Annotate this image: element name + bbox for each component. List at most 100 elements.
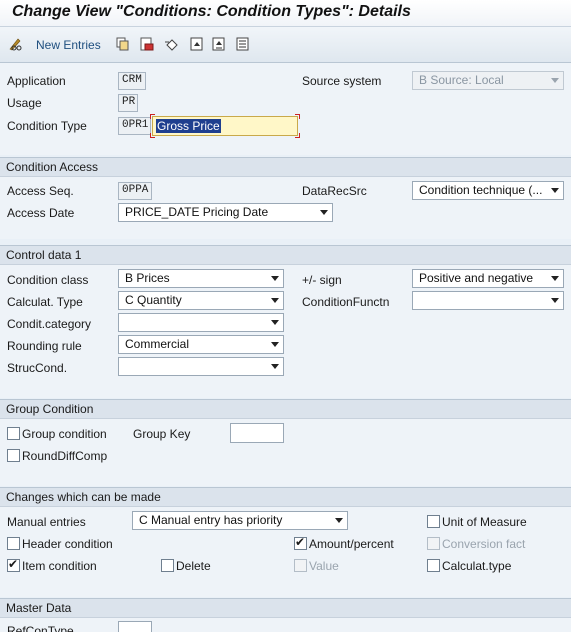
sign-dropdown[interactable]: Positive and negative [412,269,564,288]
application-field: CRM [118,72,146,90]
chevron-down-icon [271,342,279,347]
delete-label: Delete [176,559,211,573]
chevron-down-icon [271,298,279,303]
unit-of-measure-label: Unit of Measure [442,515,527,529]
condfunctn-label: ConditionFunctn [302,295,390,309]
chevron-down-icon [551,276,559,281]
manual-entries-label: Manual entries [7,515,86,529]
header-area: Application CRM Usage PR Condition Type … [0,63,571,155]
changes-header: Changes which can be made [0,487,571,507]
access-seq-label: Access Seq. [7,184,74,198]
chevron-down-icon [551,298,559,303]
condition-class-label: Condition class [7,273,89,287]
access-date-label: Access Date [7,206,75,220]
source-system-dropdown: B Source: Local [412,71,564,90]
amount-percent-label: Amount/percent [309,537,394,551]
group-condition-label: Group condition [22,427,107,441]
focus-corner-bottom-right [295,133,300,138]
undo-icon[interactable] [164,37,178,51]
delete-checkbox[interactable] [161,559,174,572]
title-bar: Change View "Conditions: Condition Types… [0,0,571,27]
header-condition-label: Header condition [22,537,113,551]
window-title: Change View "Conditions: Condition Types… [12,3,411,20]
value-checkbox [294,559,307,572]
chevron-down-icon [271,276,279,281]
access-date-value: PRICE_DATE Pricing Date [125,205,269,219]
condition-type-text: Gross Price [156,119,221,133]
master-data-header: Master Data [0,598,571,618]
delete-icon[interactable] [140,37,154,51]
condition-type-text-field[interactable]: Gross Price [152,116,298,136]
chevron-down-icon [271,320,279,325]
struccond-label: StrucCond. [7,361,68,375]
access-date-dropdown[interactable]: PRICE_DATE Pricing Date [118,203,333,222]
rounding-rule-dropdown[interactable]: Commercial [118,335,284,354]
condition-type-label: Condition Type [7,119,87,133]
item-condition-label: Item condition [22,559,97,573]
first-entry-icon[interactable] [190,37,204,51]
condition-class-value: B Prices [125,271,170,285]
refcontype-input[interactable] [118,621,152,632]
header-condition-checkbox[interactable] [7,537,20,550]
condit-category-dropdown[interactable] [118,313,284,332]
conversion-fact-label: Conversion fact [442,537,526,551]
source-system-value: B Source: Local [419,73,504,87]
value-label: Value [309,559,339,573]
calc-type-value: C Quantity [125,293,182,307]
condit-category-label: Condit.category [7,317,92,331]
previous-entry-icon[interactable] [212,37,226,51]
sign-label: +/- sign [302,273,342,287]
control-data-header: Control data 1 [0,245,571,265]
refcontype-label: RefConType [7,624,74,632]
rounding-rule-value: Commercial [125,337,190,351]
chevron-down-icon [335,518,343,523]
new-entries-button[interactable]: New Entries [36,38,101,52]
focus-corner-bottom-left [150,133,155,138]
condition-type-field: 0PR1 [118,117,151,135]
access-seq-field[interactable]: 0PPA [118,182,152,200]
focus-corner-top-left [150,114,155,119]
chevron-down-icon [551,188,559,193]
rounddiffcomp-checkbox[interactable] [7,449,20,462]
sign-value: Positive and negative [419,271,534,285]
copy-icon[interactable] [116,37,130,51]
rounddiffcomp-label: RoundDiffComp [22,449,108,463]
changes-body: Manual entries C Manual entry has priori… [0,507,571,597]
datarecsrc-label: DataRecSrc [302,184,367,198]
application-label: Application [7,74,66,88]
pencil-glasses-icon[interactable] [8,37,22,51]
condition-access-header: Condition Access [0,157,571,177]
condfunctn-dropdown[interactable] [412,291,564,310]
manual-entries-dropdown[interactable]: C Manual entry has priority [132,511,348,530]
chevron-down-icon [320,210,328,215]
source-system-label: Source system [302,74,382,88]
datarecsrc-value: Condition technique (... [419,183,543,197]
datarecsrc-dropdown[interactable]: Condition technique (... [412,181,564,200]
control-data-body: Condition class B Prices Calculat. Type … [0,265,571,398]
group-key-input[interactable] [230,423,284,443]
master-data-body: RefConType [0,618,571,632]
condition-class-dropdown[interactable]: B Prices [118,269,284,288]
item-condition-checkbox[interactable] [7,557,20,572]
group-condition-body: Group condition Group Key RoundDiffComp [0,419,571,486]
chevron-down-icon [271,364,279,369]
focus-corner-top-right [295,114,300,119]
condition-access-body: Access Seq. 0PPA DataRecSrc Condition te… [0,177,571,239]
calc-type-label: Calculat. Type [7,295,83,309]
amount-percent-checkbox[interactable] [294,535,307,550]
application-toolbar: New Entries [0,27,571,63]
calculat-type-checkbox[interactable] [427,559,440,572]
calculat-type-label: Calculat.type [442,559,512,573]
chevron-down-icon [551,78,559,83]
struccond-dropdown[interactable] [118,357,284,376]
calc-type-dropdown[interactable]: C Quantity [118,291,284,310]
group-key-label: Group Key [133,427,191,441]
next-entry-icon[interactable] [236,37,250,51]
usage-field: PR [118,94,138,112]
conversion-fact-checkbox [427,537,440,550]
group-condition-header: Group Condition [0,399,571,419]
unit-of-measure-checkbox[interactable] [427,515,440,528]
usage-label: Usage [7,96,42,110]
manual-entries-value: C Manual entry has priority [139,513,283,527]
group-condition-checkbox[interactable] [7,427,20,440]
